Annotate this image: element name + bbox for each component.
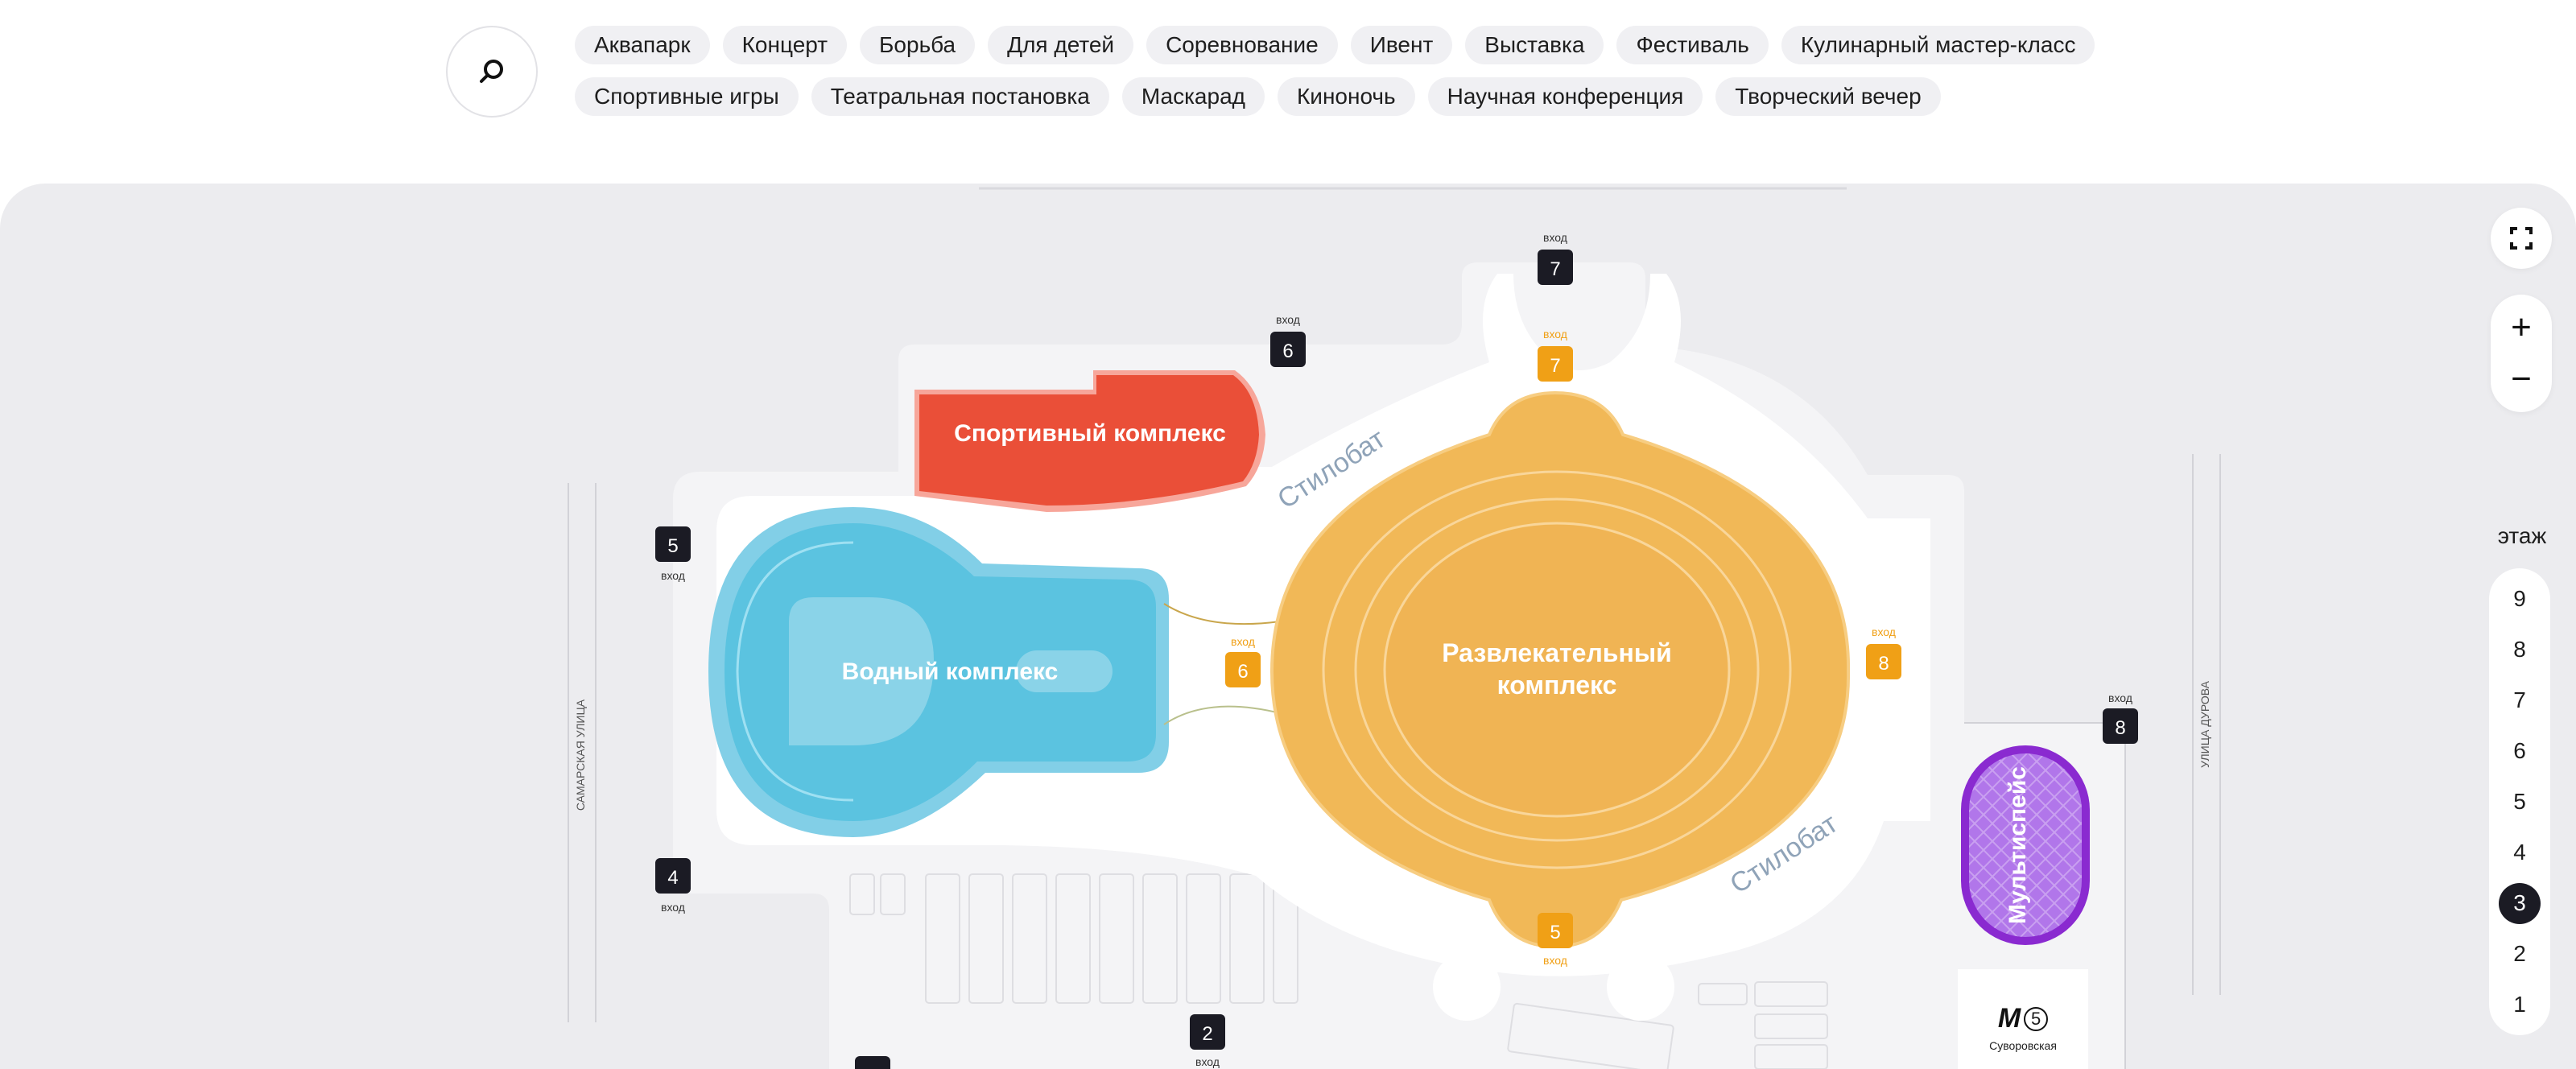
entrance-label: вход: [1543, 328, 1567, 341]
entrance-label: вход: [1543, 231, 1567, 244]
filter-chip[interactable]: Выставка: [1465, 26, 1604, 64]
floor-button[interactable]: 1: [2499, 984, 2541, 1026]
multispace-label: Мультиспейс: [2004, 766, 2031, 924]
sport-complex[interactable]: Спортивный комплекс: [914, 370, 1265, 512]
zoom-in-button[interactable]: +: [2491, 302, 2552, 353]
entrance-number: 5: [667, 535, 678, 557]
metro-icon: М: [1997, 1003, 2021, 1034]
floor-button[interactable]: 7: [2499, 679, 2541, 720]
entrance-6-outer[interactable]: вход 6: [1270, 313, 1306, 367]
filter-chip[interactable]: Маскарад: [1121, 77, 1265, 116]
filter-chip[interactable]: Для детей: [988, 26, 1134, 64]
entrance-label: вход: [1231, 635, 1255, 648]
metro-row: М 5: [1997, 1003, 2049, 1034]
entrance-label: вход: [2108, 691, 2132, 704]
filter-chip[interactable]: Спортивные игры: [575, 77, 799, 116]
floor-label: этаж: [2497, 523, 2547, 548]
floor-button[interactable]: 5: [2499, 781, 2541, 822]
filter-chip[interactable]: Ивент: [1350, 26, 1453, 64]
filter-row-2: Спортивные игры Театральная постановка М…: [575, 77, 2153, 116]
entrance-number: 7: [1550, 258, 1560, 280]
entrance-partial[interactable]: [855, 1056, 890, 1069]
entrance-8-outer[interactable]: вход 8: [2103, 691, 2138, 744]
entertainment-complex-label: Развлекательный: [1442, 638, 1672, 667]
entrance-number: 6: [1237, 661, 1248, 683]
entrance-label: вход: [1276, 313, 1300, 326]
street-label: УЛИЦА ДУРОВА: [2198, 680, 2211, 768]
floor-button[interactable]: 6: [2499, 730, 2541, 771]
entrance-number: 2: [1202, 1023, 1212, 1045]
entrance-number: 4: [667, 867, 678, 889]
filter-chip[interactable]: Борьба: [860, 26, 976, 64]
zoom-out-button[interactable]: −: [2491, 353, 2552, 405]
filter-row-1: Аквапарк Концерт Борьба Для детей Соревн…: [575, 26, 2153, 64]
fullscreen-icon: [2510, 227, 2533, 250]
zoom-controls: + −: [2491, 295, 2552, 412]
filter-chip[interactable]: Концерт: [722, 26, 848, 64]
entrance-label: вход: [661, 569, 685, 582]
entrance-label: вход: [1872, 625, 1896, 638]
entrance-number: 6: [1282, 341, 1293, 362]
entrance-number: 5: [1550, 922, 1560, 943]
street-label: САМАРСКАЯ УЛИЦА: [574, 699, 587, 811]
filter-chip[interactable]: Научная конференция: [1427, 77, 1703, 116]
floor-button-active[interactable]: 3: [2499, 882, 2541, 924]
floor-selector: 9 8 7 6 5 4 3 2 1: [2489, 568, 2550, 1035]
metro-line-badge: 5: [2024, 1006, 2049, 1031]
floor-button[interactable]: 8: [2499, 629, 2541, 670]
entrance-number: 8: [2115, 717, 2125, 739]
filter-chip[interactable]: Аквапарк: [575, 26, 710, 64]
floor-button[interactable]: 2: [2499, 934, 2541, 975]
filter-chip[interactable]: Кулинарный мастер-класс: [1781, 26, 2095, 64]
venue-map[interactable]: Спортивный комплекс Водный комплекс Разв…: [0, 184, 2576, 1069]
filter-chip[interactable]: Киноночь: [1278, 77, 1415, 116]
filter-chip[interactable]: Театральная постановка: [811, 77, 1109, 116]
metro-station-card[interactable]: М 5 Суворовская: [1958, 969, 2088, 1069]
filter-chips: Аквапарк Концерт Борьба Для детей Соревн…: [575, 26, 2153, 129]
filter-chip[interactable]: Фестиваль: [1616, 26, 1769, 64]
entrance-number: 8: [1878, 653, 1889, 675]
filter-chip[interactable]: Соревнование: [1146, 26, 1338, 64]
filter-chip[interactable]: Творческий вечер: [1715, 77, 1941, 116]
entrance-label: вход: [661, 901, 685, 914]
search-icon: [480, 60, 503, 83]
entrance-number: 7: [1550, 355, 1560, 377]
entrance-label: вход: [1543, 954, 1567, 967]
floor-button[interactable]: 9: [2499, 578, 2541, 619]
entrance-7-outer[interactable]: вход 7: [1538, 231, 1573, 285]
search-button[interactable]: [446, 26, 538, 118]
multispace[interactable]: Мультиспейс: [1961, 745, 2090, 945]
metro-station-name: Суворовская: [1989, 1039, 2057, 1052]
entrance-label: вход: [1195, 1055, 1220, 1068]
floor-button[interactable]: 4: [2499, 832, 2541, 873]
entertainment-complex-label: комплекс: [1497, 671, 1617, 700]
water-complex-label: Водный комплекс: [842, 658, 1059, 685]
fullscreen-button[interactable]: [2491, 208, 2552, 269]
sport-complex-label: Спортивный комплекс: [954, 420, 1226, 447]
